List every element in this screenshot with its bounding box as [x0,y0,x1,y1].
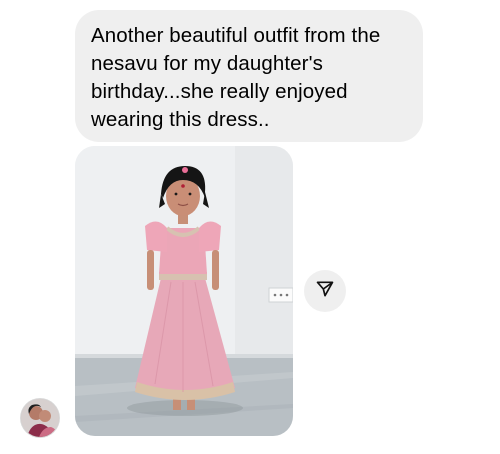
paper-plane-icon [315,279,335,304]
share-button[interactable] [304,270,346,312]
photo-attachment[interactable] [75,146,293,436]
sender-avatar[interactable] [21,399,59,437]
message-bubble[interactable]: Another beautiful outfit from the nesavu… [75,10,423,142]
message-text: Another beautiful outfit from the nesavu… [91,24,381,131]
avatar-image [21,399,59,437]
photo-image [75,146,293,436]
